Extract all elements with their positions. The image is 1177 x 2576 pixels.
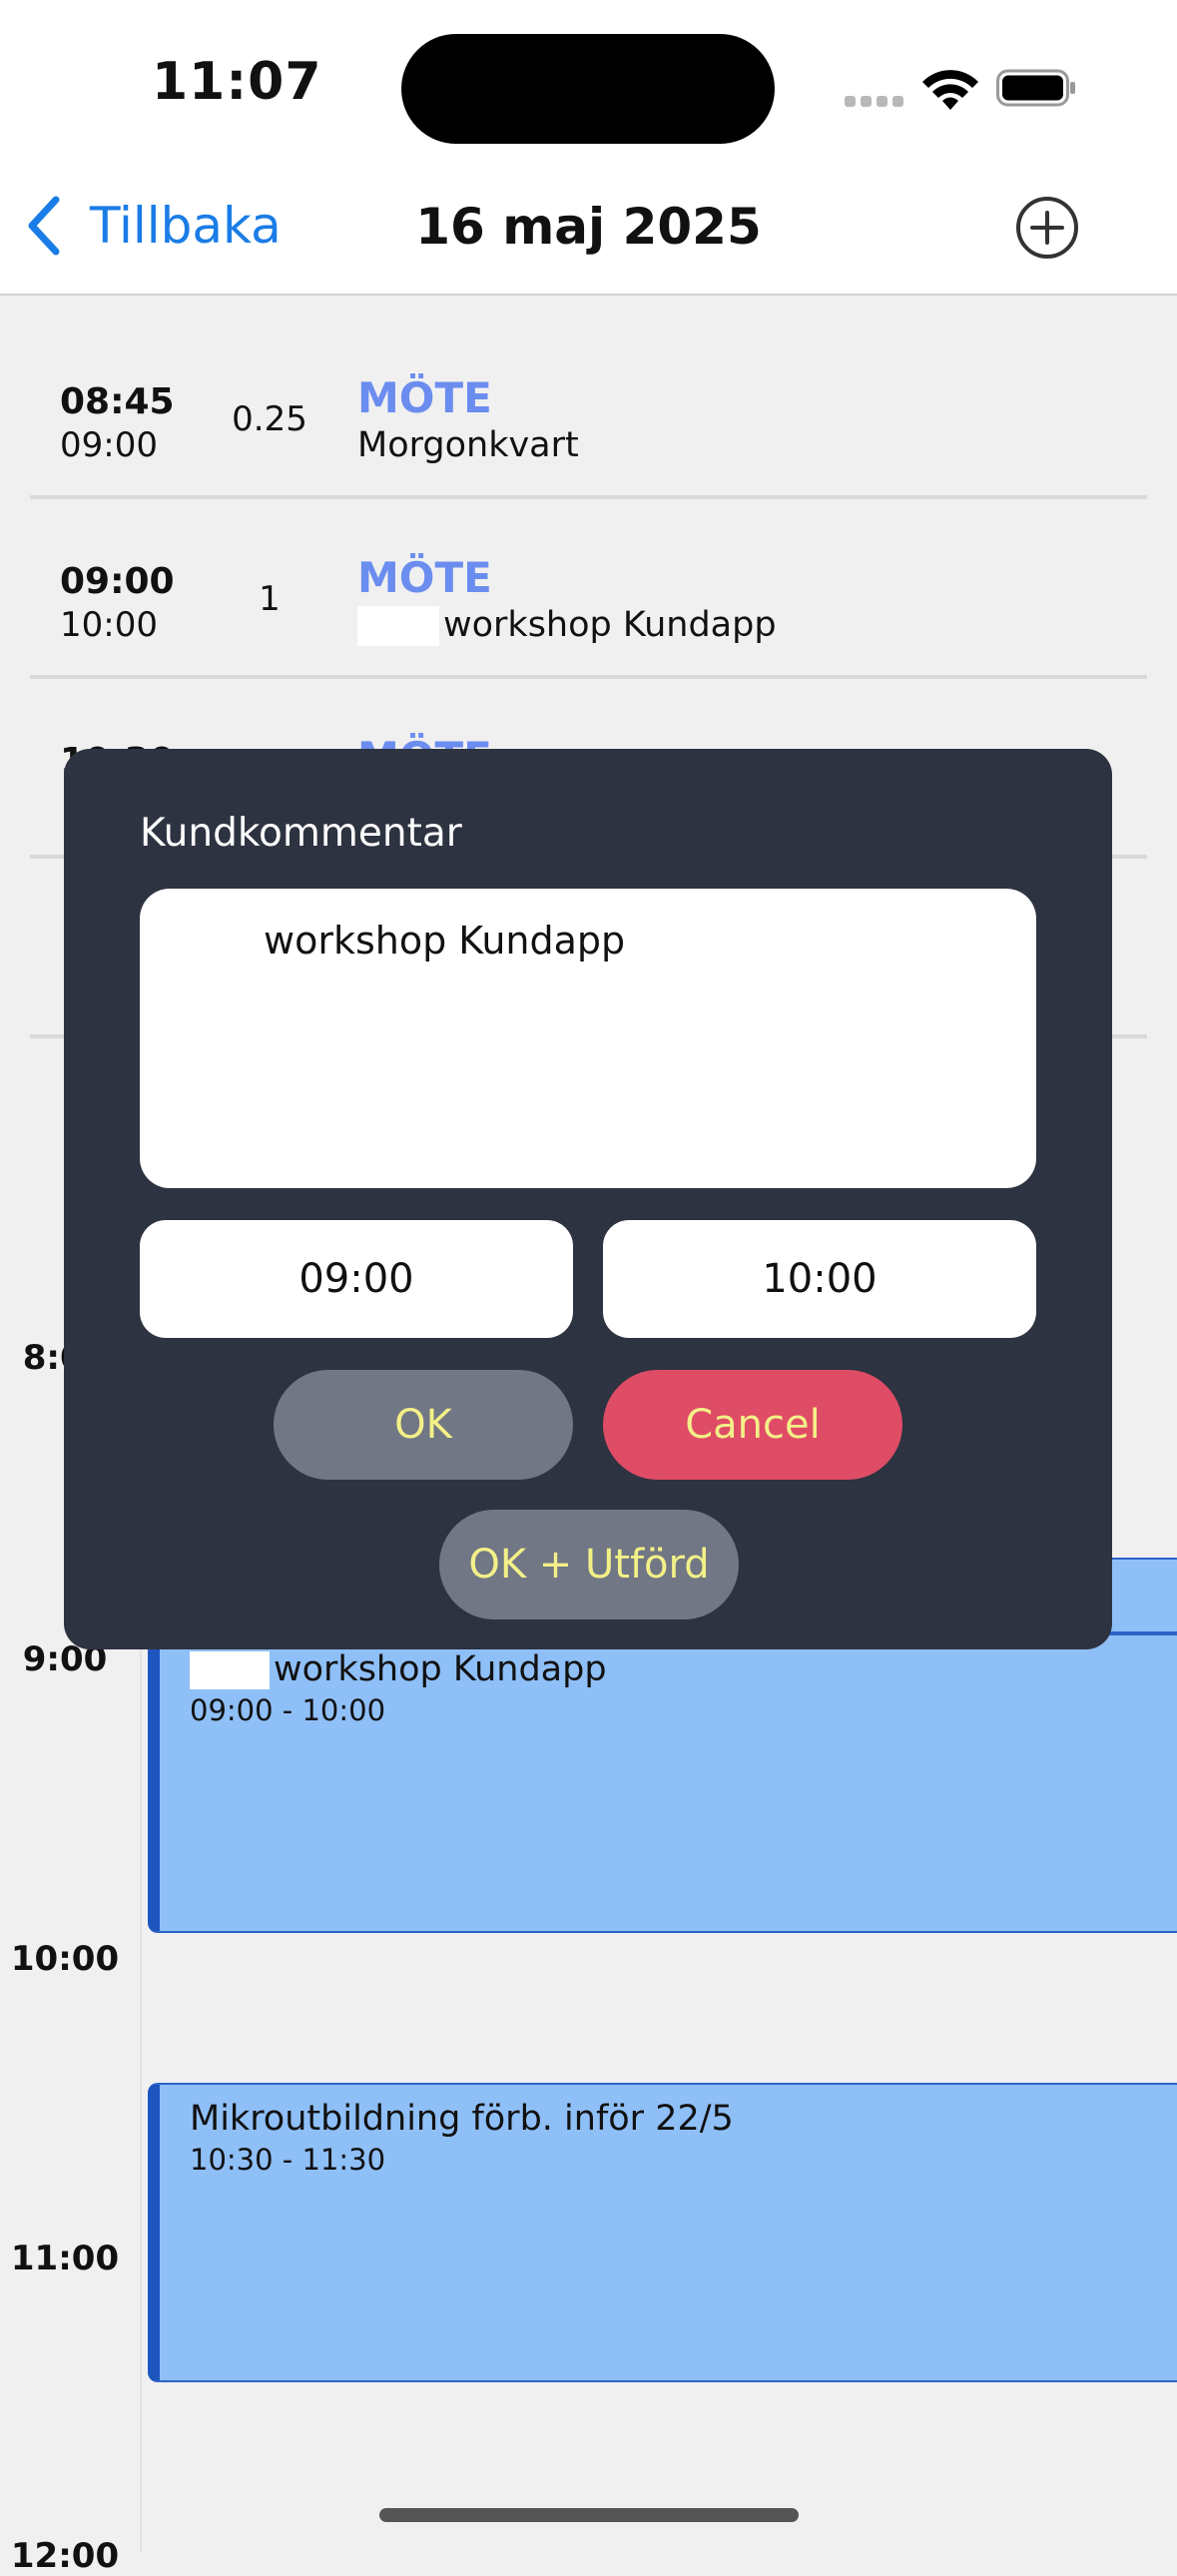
entry-start: 09:00 [60,561,175,602]
hour-label: 12:00 [10,2536,120,2576]
entry-description: workshop Kundapp [357,605,777,646]
hour-label: 11:00 [10,2239,120,2278]
entry-end: 10:00 [60,605,158,645]
cancel-button[interactable]: Cancel [603,1370,902,1480]
add-circle-icon[interactable] [1014,195,1080,261]
comment-dialog: Kundkommentar workshop Kundapp 09:00 10:… [64,749,1112,1649]
event-title-text: workshop Kundapp [274,1649,607,1689]
event-title: Mikroutbildning förb. inför 22/5 [190,2099,734,2139]
ok-done-button[interactable]: OK + Utförd [439,1510,739,1619]
page-title: 16 maj 2025 [415,198,762,256]
entry-duration: 1 [259,579,281,619]
redacted-text [357,606,439,646]
ok-button[interactable]: OK [274,1370,573,1480]
list-item[interactable]: 09:00 10:00 1 MÖTE workshop Kundapp [0,501,1177,679]
event-time-range: 10:30 - 11:30 [190,2143,386,2177]
battery-icon [996,69,1075,107]
dialog-title: Kundkommentar [140,811,462,856]
status-time: 11:07 [152,52,322,112]
entry-duration: 0.25 [232,399,307,439]
row-divider [30,495,1147,499]
entry-description-text: workshop Kundapp [443,605,777,645]
start-time-field[interactable]: 09:00 [140,1220,573,1338]
entry-type: MÖTE [357,373,492,422]
cellular-signal-icon [845,96,904,108]
comment-input[interactable]: workshop Kundapp [140,889,1036,1188]
entry-description: Morgonkvart [357,425,579,465]
calendar-event[interactable]: Mikroutbildning förb. inför 22/5 10:30 -… [148,2083,1177,2382]
dynamic-island [401,34,775,144]
comment-text: workshop Kundapp [264,919,626,963]
event-time-range: 09:00 - 10:00 [190,1693,386,1727]
event-title: workshop Kundapp [190,1649,607,1689]
end-time-field[interactable]: 10:00 [603,1220,1036,1338]
entry-end: 09:00 [60,425,158,465]
hour-label: 10:00 [10,1939,120,1979]
entry-type: MÖTE [357,553,492,602]
home-indicator [379,2508,799,2522]
wifi-icon [922,70,978,110]
redacted-text [190,1651,270,1689]
row-divider [30,675,1147,679]
calendar-event[interactable]: workshop Kundapp 09:00 - 10:00 [148,1633,1177,1933]
entry-start: 08:45 [60,381,175,422]
list-item[interactable]: 08:45 09:00 0.25 MÖTE Morgonkvart [0,322,1177,499]
